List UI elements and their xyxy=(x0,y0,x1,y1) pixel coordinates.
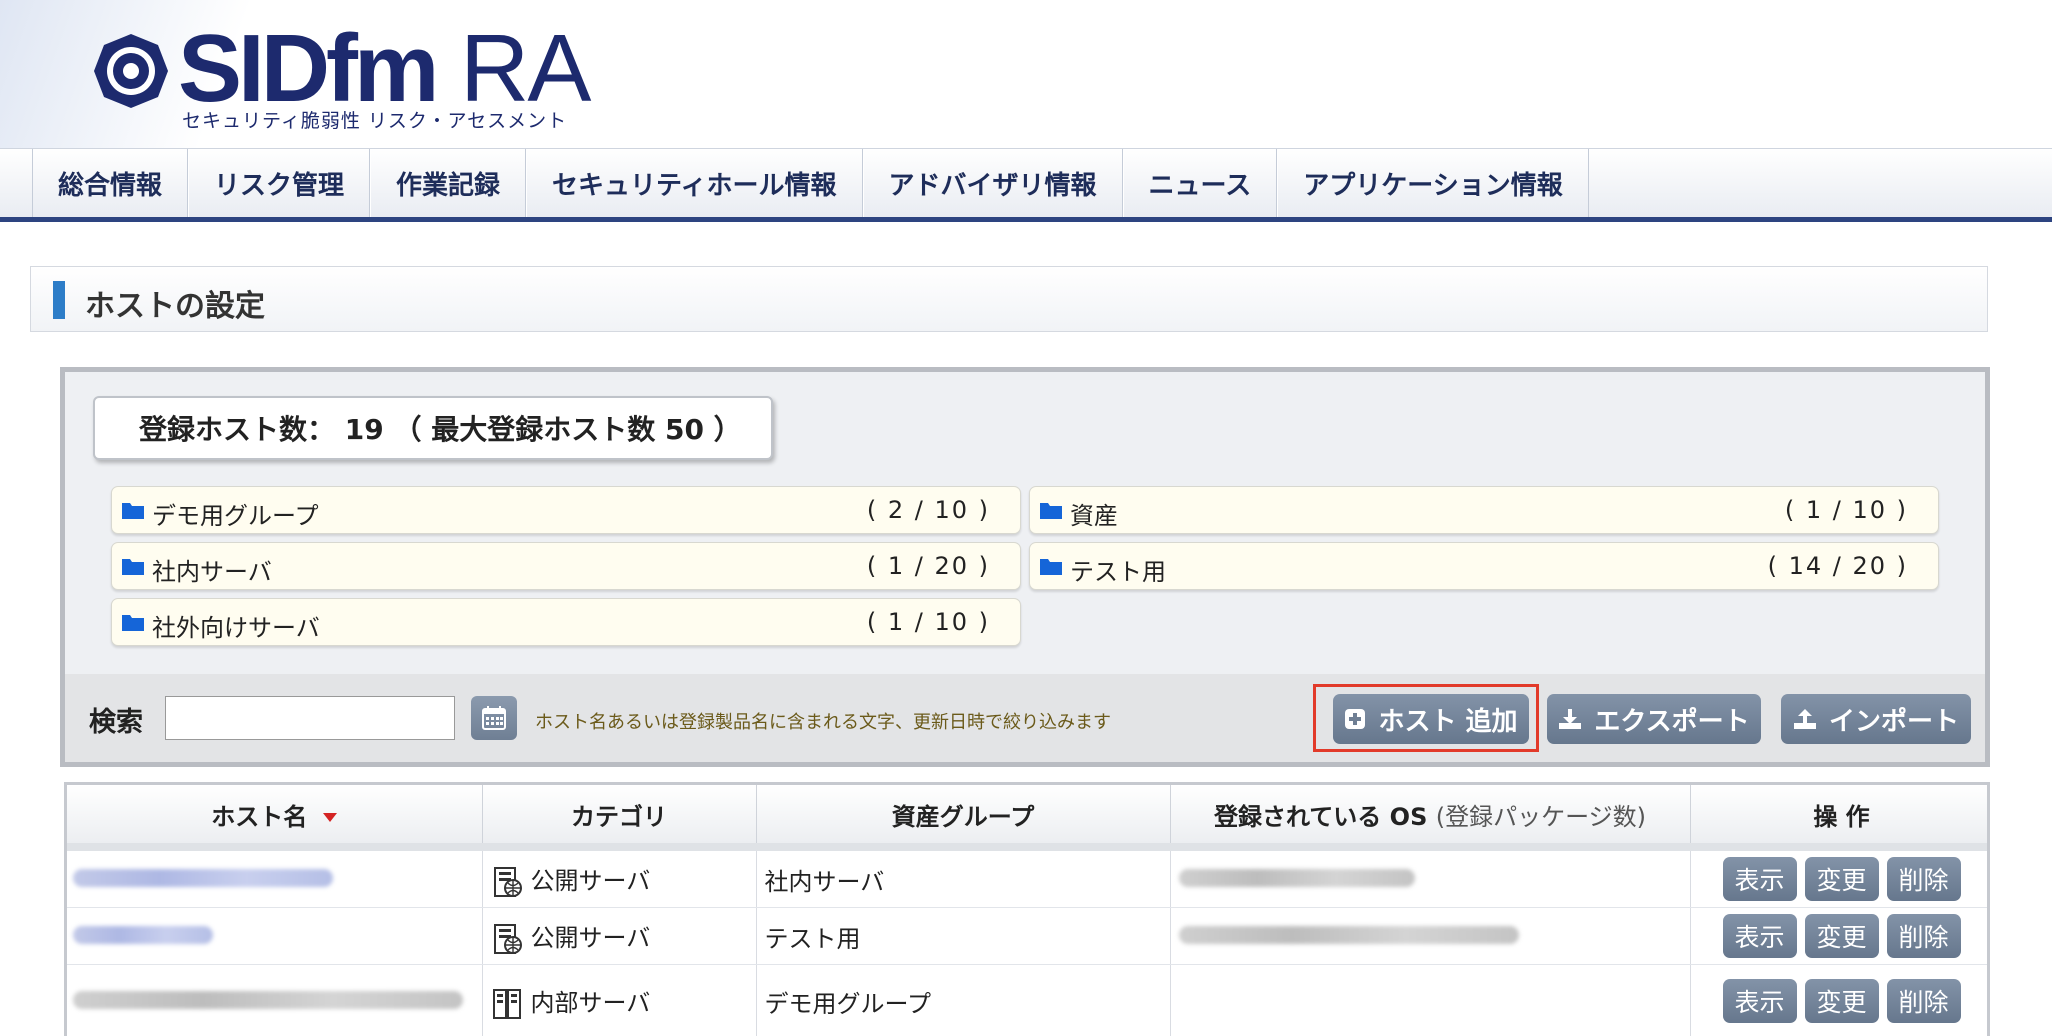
group-cell: テスト用 xyxy=(756,907,1171,965)
col-group[interactable]: 資産グループ xyxy=(756,785,1171,851)
group-cell: デモ用グループ xyxy=(756,964,1171,1036)
sidfm-logo[interactable]: SIDfm RA セキュリティ脆弱性 リスク・アセスメント xyxy=(92,15,612,132)
col-os[interactable]: 登録されている OS (登録パッケージ数) xyxy=(1170,785,1691,851)
delete-button[interactable]: 削除 xyxy=(1886,914,1961,958)
nav-item-overview[interactable]: 総合情報 xyxy=(32,149,189,217)
col-operations: 操 作 xyxy=(1690,785,1987,851)
nav-item-news[interactable]: ニュース xyxy=(1122,149,1278,217)
group-count: ( 1 / 10 ) xyxy=(866,608,990,636)
nav-item-work-log[interactable]: 作業記録 xyxy=(370,149,527,217)
header: SIDfm RA セキュリティ脆弱性 リスク・アセスメント xyxy=(0,0,2052,148)
logo-emblem-icon xyxy=(94,34,168,108)
group-name: テスト用 xyxy=(1070,558,1166,586)
table-row: 内部サーバ デモ用グループ 表示 変更 削除 xyxy=(67,964,1987,1036)
group-cell: 社内サーバ xyxy=(756,847,1171,908)
search-input[interactable] xyxy=(165,696,455,740)
delete-button[interactable]: 削除 xyxy=(1886,979,1961,1023)
os-redacted xyxy=(1178,926,1519,944)
group-count: ( 1 / 20 ) xyxy=(866,552,990,580)
export-label: エクスポート xyxy=(1594,706,1750,737)
public-server-icon xyxy=(493,866,522,897)
host-name-redacted[interactable] xyxy=(73,991,463,1009)
search-label: 検索 xyxy=(89,707,143,738)
import-label: インポート xyxy=(1828,706,1959,737)
folder-icon xyxy=(1040,559,1062,575)
download-icon xyxy=(1559,709,1582,729)
view-button[interactable]: 表示 xyxy=(1722,857,1797,901)
export-button[interactable]: エクスポート xyxy=(1547,694,1761,744)
search-hint: ホスト名あるいは登録製品名に含まれる文字、更新日時で絞り込みます xyxy=(535,712,1111,733)
category-name: 公開サーバ xyxy=(530,866,651,895)
col-host-name[interactable]: ホスト名 xyxy=(67,785,483,851)
table-row: 公開サーバ 社内サーバ 表示 変更 削除 xyxy=(67,847,1987,908)
delete-button[interactable]: 削除 xyxy=(1886,857,1961,901)
logo-subtitle: セキュリティ脆弱性 リスク・アセスメント xyxy=(182,110,568,132)
group-item-assets[interactable]: 資産 ( 1 / 10 ) xyxy=(1029,486,1939,534)
nav-item-security-holes[interactable]: セキュリティホール情報 xyxy=(526,149,863,217)
nav-item-advisory[interactable]: アドバイザリ情報 xyxy=(862,149,1123,217)
os-redacted xyxy=(1178,869,1415,887)
public-server-icon xyxy=(493,923,522,954)
host-link-redacted[interactable] xyxy=(73,869,333,887)
main-nav: 総合情報 リスク管理 作業記録 セキュリティホール情報 アドバイザリ情報 ニュー… xyxy=(0,148,2052,222)
group-count: ( 1 / 10 ) xyxy=(1784,496,1908,524)
os-cell-empty xyxy=(1170,964,1691,1036)
category-name: 公開サーバ xyxy=(530,923,651,952)
host-count: 登録ホスト数： 19 （ 最大登録ホスト数 50 ） xyxy=(93,396,773,460)
folder-icon xyxy=(122,503,144,519)
edit-button[interactable]: 変更 xyxy=(1804,914,1879,958)
group-name: 資産 xyxy=(1070,502,1118,530)
col-category[interactable]: カテゴリ xyxy=(482,785,757,851)
upload-icon xyxy=(1793,709,1816,729)
group-name: デモ用グループ xyxy=(152,502,319,530)
group-item-demo[interactable]: デモ用グループ ( 2 / 10 ) xyxy=(111,486,1021,534)
nav-item-risk[interactable]: リスク管理 xyxy=(188,149,371,217)
group-item-external-server[interactable]: 社外向けサーバ ( 1 / 10 ) xyxy=(111,598,1021,646)
page-title: ホストの設定 xyxy=(85,289,265,324)
page-title-box: ホストの設定 xyxy=(30,266,1988,332)
table-row: 公開サーバ テスト用 表示 変更 削除 xyxy=(67,907,1987,965)
view-button[interactable]: 表示 xyxy=(1722,914,1797,958)
title-accent-bar xyxy=(53,281,65,319)
edit-button[interactable]: 変更 xyxy=(1804,857,1879,901)
internal-server-icon xyxy=(492,988,521,1019)
group-count: ( 14 / 20 ) xyxy=(1767,552,1908,580)
nav-item-applications[interactable]: アプリケーション情報 xyxy=(1277,149,1589,217)
group-item-internal-server[interactable]: 社内サーバ ( 1 / 20 ) xyxy=(111,542,1021,590)
host-panel: 登録ホスト数： 19 （ 最大登録ホスト数 50 ） デモ用グループ ( 2 /… xyxy=(60,367,1990,767)
calendar-icon xyxy=(482,706,506,730)
add-host-highlight xyxy=(1313,684,1539,752)
folder-icon xyxy=(1040,503,1062,519)
host-table: ホスト名 カテゴリ 資産グループ 登録されている OS (登録パッケージ数) 操… xyxy=(64,782,1990,1036)
sort-desc-icon xyxy=(323,813,338,822)
group-name: 社外向けサーバ xyxy=(152,614,320,642)
host-link-redacted[interactable] xyxy=(73,926,213,944)
search-row: 検索 ホスト名あるいは登録製品名に含まれる文字、更新日時で絞り込みます ホスト … xyxy=(65,674,1985,762)
calendar-button[interactable] xyxy=(471,696,517,740)
view-button[interactable]: 表示 xyxy=(1722,979,1797,1023)
group-item-test[interactable]: テスト用 ( 14 / 20 ) xyxy=(1029,542,1939,590)
edit-button[interactable]: 変更 xyxy=(1804,979,1879,1023)
category-name: 内部サーバ xyxy=(530,988,651,1017)
group-name: 社内サーバ xyxy=(152,558,272,586)
import-button[interactable]: インポート xyxy=(1781,694,1971,744)
folder-icon xyxy=(122,559,144,575)
folder-icon xyxy=(122,615,144,631)
group-count: ( 2 / 10 ) xyxy=(866,496,990,524)
